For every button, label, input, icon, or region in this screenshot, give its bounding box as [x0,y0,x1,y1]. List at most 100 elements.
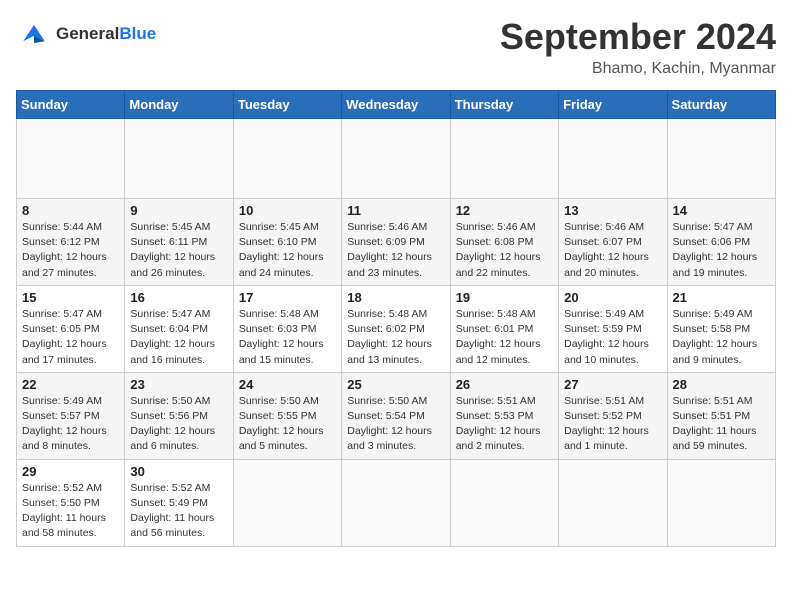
calendar-cell: 17 Sunrise: 5:48 AMSunset: 6:03 PMDaylig… [233,285,341,372]
calendar-cell: 21 Sunrise: 5:49 AMSunset: 5:58 PMDaylig… [667,285,775,372]
day-detail: Sunrise: 5:47 AMSunset: 6:04 PMDaylight:… [130,308,215,366]
day-detail: Sunrise: 5:48 AMSunset: 6:03 PMDaylight:… [239,308,324,366]
day-number: 23 [130,377,227,392]
calendar-cell: 9 Sunrise: 5:45 AMSunset: 6:11 PMDayligh… [125,199,233,286]
day-number: 29 [22,464,119,479]
calendar-cell: 12 Sunrise: 5:46 AMSunset: 6:08 PMDaylig… [450,199,558,286]
day-detail: Sunrise: 5:52 AMSunset: 5:49 PMDaylight:… [130,482,214,540]
calendar-cell: 28 Sunrise: 5:51 AMSunset: 5:51 PMDaylig… [667,372,775,459]
weekday-header-tuesday: Tuesday [233,91,341,119]
logo: GeneralBlue [16,16,156,52]
title-block: September 2024 Bhamo, Kachin, Myanmar [500,16,776,78]
day-number: 18 [347,290,444,305]
calendar-cell: 16 Sunrise: 5:47 AMSunset: 6:04 PMDaylig… [125,285,233,372]
calendar-cell: 22 Sunrise: 5:49 AMSunset: 5:57 PMDaylig… [17,372,125,459]
day-number: 21 [673,290,770,305]
location-title: Bhamo, Kachin, Myanmar [500,60,776,78]
calendar-table: SundayMondayTuesdayWednesdayThursdayFrid… [16,90,776,547]
day-number: 15 [22,290,119,305]
calendar-cell [667,119,775,199]
day-detail: Sunrise: 5:47 AMSunset: 6:05 PMDaylight:… [22,308,107,366]
calendar-week-row: 22 Sunrise: 5:49 AMSunset: 5:57 PMDaylig… [17,372,776,459]
day-number: 16 [130,290,227,305]
logo-general: General [56,24,119,43]
day-detail: Sunrise: 5:50 AMSunset: 5:56 PMDaylight:… [130,395,215,453]
calendar-cell [233,459,341,546]
calendar-cell: 15 Sunrise: 5:47 AMSunset: 6:05 PMDaylig… [17,285,125,372]
weekday-header-monday: Monday [125,91,233,119]
day-detail: Sunrise: 5:45 AMSunset: 6:10 PMDaylight:… [239,221,324,279]
weekday-header-sunday: Sunday [17,91,125,119]
calendar-cell: 26 Sunrise: 5:51 AMSunset: 5:53 PMDaylig… [450,372,558,459]
calendar-cell [667,459,775,546]
day-detail: Sunrise: 5:48 AMSunset: 6:02 PMDaylight:… [347,308,432,366]
day-number: 9 [130,203,227,218]
calendar-cell [233,119,341,199]
logo-blue: Blue [119,24,156,43]
calendar-header-row: SundayMondayTuesdayWednesdayThursdayFrid… [17,91,776,119]
weekday-header-friday: Friday [559,91,667,119]
day-number: 24 [239,377,336,392]
day-number: 28 [673,377,770,392]
logo-text: GeneralBlue [56,24,156,44]
calendar-cell: 25 Sunrise: 5:50 AMSunset: 5:54 PMDaylig… [342,372,450,459]
calendar-cell [342,119,450,199]
calendar-cell [450,119,558,199]
day-number: 17 [239,290,336,305]
calendar-cell [559,119,667,199]
day-detail: Sunrise: 5:49 AMSunset: 5:58 PMDaylight:… [673,308,758,366]
day-detail: Sunrise: 5:46 AMSunset: 6:07 PMDaylight:… [564,221,649,279]
day-number: 27 [564,377,661,392]
calendar-cell: 23 Sunrise: 5:50 AMSunset: 5:56 PMDaylig… [125,372,233,459]
weekday-header-thursday: Thursday [450,91,558,119]
page-header: GeneralBlue September 2024 Bhamo, Kachin… [16,16,776,78]
day-number: 19 [456,290,553,305]
day-number: 20 [564,290,661,305]
day-detail: Sunrise: 5:48 AMSunset: 6:01 PMDaylight:… [456,308,541,366]
calendar-week-row: 8 Sunrise: 5:44 AMSunset: 6:12 PMDayligh… [17,199,776,286]
day-number: 14 [673,203,770,218]
calendar-week-row [17,119,776,199]
day-number: 13 [564,203,661,218]
day-detail: Sunrise: 5:52 AMSunset: 5:50 PMDaylight:… [22,482,106,540]
day-number: 11 [347,203,444,218]
calendar-cell: 29 Sunrise: 5:52 AMSunset: 5:50 PMDaylig… [17,459,125,546]
day-detail: Sunrise: 5:47 AMSunset: 6:06 PMDaylight:… [673,221,758,279]
calendar-cell [125,119,233,199]
calendar-cell [559,459,667,546]
day-number: 26 [456,377,553,392]
weekday-header-wednesday: Wednesday [342,91,450,119]
calendar-week-row: 15 Sunrise: 5:47 AMSunset: 6:05 PMDaylig… [17,285,776,372]
calendar-cell: 27 Sunrise: 5:51 AMSunset: 5:52 PMDaylig… [559,372,667,459]
day-number: 8 [22,203,119,218]
day-detail: Sunrise: 5:46 AMSunset: 6:09 PMDaylight:… [347,221,432,279]
calendar-cell [450,459,558,546]
calendar-cell: 20 Sunrise: 5:49 AMSunset: 5:59 PMDaylig… [559,285,667,372]
calendar-cell: 8 Sunrise: 5:44 AMSunset: 6:12 PMDayligh… [17,199,125,286]
day-number: 25 [347,377,444,392]
calendar-week-row: 29 Sunrise: 5:52 AMSunset: 5:50 PMDaylig… [17,459,776,546]
day-detail: Sunrise: 5:51 AMSunset: 5:51 PMDaylight:… [673,395,757,453]
day-detail: Sunrise: 5:49 AMSunset: 5:59 PMDaylight:… [564,308,649,366]
calendar-cell: 19 Sunrise: 5:48 AMSunset: 6:01 PMDaylig… [450,285,558,372]
calendar-cell: 14 Sunrise: 5:47 AMSunset: 6:06 PMDaylig… [667,199,775,286]
day-detail: Sunrise: 5:45 AMSunset: 6:11 PMDaylight:… [130,221,215,279]
calendar-cell [17,119,125,199]
day-detail: Sunrise: 5:49 AMSunset: 5:57 PMDaylight:… [22,395,107,453]
calendar-cell: 18 Sunrise: 5:48 AMSunset: 6:02 PMDaylig… [342,285,450,372]
day-detail: Sunrise: 5:51 AMSunset: 5:52 PMDaylight:… [564,395,649,453]
calendar-cell [342,459,450,546]
calendar-cell: 13 Sunrise: 5:46 AMSunset: 6:07 PMDaylig… [559,199,667,286]
day-number: 22 [22,377,119,392]
day-number: 12 [456,203,553,218]
day-detail: Sunrise: 5:50 AMSunset: 5:55 PMDaylight:… [239,395,324,453]
weekday-header-saturday: Saturday [667,91,775,119]
logo-icon [16,16,52,52]
day-detail: Sunrise: 5:46 AMSunset: 6:08 PMDaylight:… [456,221,541,279]
month-title: September 2024 [500,16,776,58]
day-number: 10 [239,203,336,218]
calendar-cell: 11 Sunrise: 5:46 AMSunset: 6:09 PMDaylig… [342,199,450,286]
calendar-cell: 10 Sunrise: 5:45 AMSunset: 6:10 PMDaylig… [233,199,341,286]
day-detail: Sunrise: 5:44 AMSunset: 6:12 PMDaylight:… [22,221,107,279]
day-detail: Sunrise: 5:50 AMSunset: 5:54 PMDaylight:… [347,395,432,453]
